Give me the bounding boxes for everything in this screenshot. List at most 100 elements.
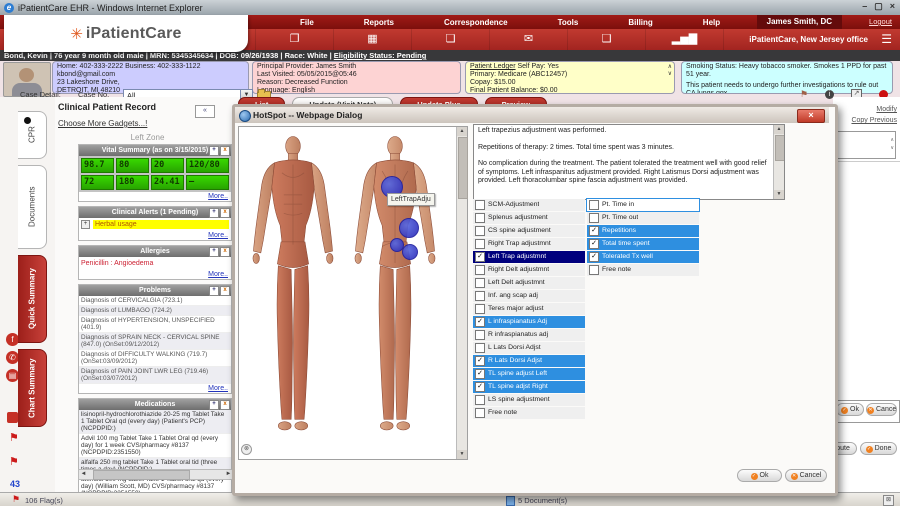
medication-item[interactable]: lisinopril-hydrochlorothiazide 20-25 mg …: [79, 410, 231, 434]
problem-item[interactable]: Diagnosis of CERVICALGIA (723.1): [79, 296, 231, 306]
option-teres-major-adjust[interactable]: Teres major adjust: [473, 303, 585, 315]
option-tl-spine-adjst-right[interactable]: ✓TL spine adjst Right: [473, 381, 585, 393]
scroll-down-icon[interactable]: ▼: [457, 450, 467, 459]
restore-icon[interactable]: +: [209, 286, 219, 296]
dialog-ok-button[interactable]: ✓Ok: [737, 469, 782, 482]
checkbox[interactable]: [475, 304, 485, 314]
option-cs-spine-adjustment[interactable]: CS spine adjustment: [473, 225, 585, 237]
option-free-note[interactable]: Free note: [473, 407, 585, 419]
modify-link[interactable]: Modify: [876, 106, 897, 113]
checkbox[interactable]: [475, 278, 485, 288]
note-scrollbar[interactable]: ▲ ▼: [773, 125, 784, 199]
option-right-trap-adjustmnt[interactable]: Right Trap adjustmnt: [473, 238, 585, 250]
option-scm-adjustment[interactable]: SCM-Adjustment: [473, 199, 585, 211]
logout-link[interactable]: Logout: [869, 15, 892, 29]
restore-icon[interactable]: +: [209, 208, 219, 218]
scrollbar-thumb[interactable]: [93, 470, 190, 480]
checkbox[interactable]: ✓: [475, 317, 485, 327]
sidebar-horizontal-scrollbar[interactable]: ◄ ►: [78, 469, 234, 480]
visit-note-text[interactable]: Left trapezius adjustment was performed.…: [473, 124, 785, 200]
billing-icon[interactable]: ❑: [568, 29, 646, 50]
restore-icon[interactable]: +: [209, 146, 219, 156]
menu-item-correspondence[interactable]: Correspondence: [444, 18, 508, 27]
menu-icon[interactable]: ☰: [881, 29, 892, 50]
restore-icon[interactable]: +: [209, 247, 219, 257]
option-total-time-spent[interactable]: ✓Total time spent: [587, 238, 699, 250]
option-inf-ang-scap-adj[interactable]: Inf. ang scap adj: [473, 290, 585, 302]
checkbox[interactable]: [475, 200, 485, 210]
option-tolerated-tx-well[interactable]: ✓Tolerated Tx well: [587, 251, 699, 263]
spinner-down-icon[interactable]: ∨: [890, 146, 894, 151]
restore-icon[interactable]: +: [209, 400, 219, 410]
checkbox[interactable]: ✓: [589, 226, 599, 236]
alert-square-icon[interactable]: [7, 412, 18, 423]
checkbox[interactable]: [589, 265, 599, 275]
spinner-up-icon[interactable]: ∧: [890, 138, 894, 143]
dialog-cancel-button[interactable]: ✕Cancel: [785, 469, 827, 482]
close-icon[interactable]: x: [220, 208, 230, 218]
checkbox[interactable]: [475, 343, 485, 353]
side-tab-cpr[interactable]: CPR: [18, 111, 47, 159]
problem-item[interactable]: Diagnosis of PAIN JOINT LWR LEG (719.46)…: [79, 367, 231, 384]
reports-chart-icon[interactable]: ▂▅▇: [646, 29, 724, 50]
alert-item[interactable]: Herbal usage: [93, 220, 229, 229]
option-splenus-adjustment[interactable]: Splenus adjustment: [473, 212, 585, 224]
side-tab-chart-summary[interactable]: Chart Summary: [18, 349, 47, 427]
ledger-scroll-arrows[interactable]: ∧∨: [668, 64, 672, 78]
documents-count[interactable]: 5 Document(s): [518, 496, 567, 505]
page-ok-button[interactable]: ✓Ok: [836, 403, 864, 416]
patient-ledger-link[interactable]: Patient Ledger: [470, 63, 516, 70]
option-l-infraspianatus-adj[interactable]: ✓L infraspianatus Adj: [473, 316, 585, 328]
checkbox[interactable]: [475, 239, 485, 249]
messages-icon[interactable]: ✉: [490, 29, 568, 50]
checkbox[interactable]: ✓: [475, 356, 485, 366]
checkbox[interactable]: ✓: [475, 382, 485, 392]
option-r-lats-dorsi-adjst[interactable]: ✓R Lats Dorsi Adjst: [473, 355, 585, 367]
maximize-button[interactable]: ▢: [874, 1, 883, 12]
checkbox[interactable]: ✓: [589, 239, 599, 249]
menu-item-file[interactable]: File: [300, 18, 314, 27]
window-titlebar[interactable]: e iPatientCare EHR - Windows Internet Ex…: [0, 0, 900, 15]
flag-note-icon[interactable]: ⚑: [800, 89, 808, 100]
body-front-figure[interactable]: [247, 131, 339, 441]
minimize-button[interactable]: –: [862, 1, 867, 12]
option-left-delt-adjustmnt[interactable]: Left Delt adjustmnt: [473, 277, 585, 289]
dialog-titlebar[interactable]: HotSpot -- Webpage Dialog ×: [235, 107, 829, 123]
checkbox[interactable]: [589, 213, 599, 223]
checkbox[interactable]: ✓: [475, 369, 485, 379]
problem-item[interactable]: Diagnosis of DIFFICULTY WALKING (719.7)(…: [79, 350, 231, 367]
vitals-more-link[interactable]: More..: [79, 192, 231, 201]
flag-icon[interactable]: ⚑: [9, 455, 19, 468]
checkbox[interactable]: [475, 213, 485, 223]
close-icon[interactable]: x: [220, 146, 230, 156]
option-ls-spine-adjustment[interactable]: LS spine adjustment: [473, 394, 585, 406]
checkbox[interactable]: [475, 408, 485, 418]
problem-item[interactable]: Diagnosis of SPRAIN NECK - CERVICAL SPIN…: [79, 333, 231, 350]
option-r-infraspianatus-adj[interactable]: R infraspianatus adj: [473, 329, 585, 341]
close-icon[interactable]: x: [220, 247, 230, 257]
option-tl-spine-adjust-left[interactable]: ✓TL spine adjust Left: [473, 368, 585, 380]
option-repetitions[interactable]: ✓Repetitions: [587, 225, 699, 237]
problem-item[interactable]: Diagnosis of LUMBAGO (724.2): [79, 306, 231, 316]
copy-previous-link[interactable]: Copy Previous: [851, 117, 897, 124]
checkbox[interactable]: [475, 330, 485, 340]
scroll-left-icon[interactable]: ◄: [79, 470, 88, 478]
option-right-delt-adjustmnt[interactable]: Right Delt adjustmnt: [473, 264, 585, 276]
menu-item-billing[interactable]: Billing: [628, 18, 652, 27]
hotspot-lats-dorsi[interactable]: [399, 218, 419, 238]
menu-item-reports[interactable]: Reports: [364, 18, 394, 27]
chart-file-icon[interactable]: ❏: [412, 29, 490, 50]
option-pt-time-in[interactable]: Pt. Time in: [587, 199, 699, 211]
checkbox[interactable]: ✓: [475, 252, 485, 262]
medication-item[interactable]: Advil 100 mg Tablet Take 1 Tablet Oral q…: [79, 434, 231, 458]
calendar-icon[interactable]: ▦: [334, 29, 412, 50]
checkbox[interactable]: [475, 291, 485, 301]
allergy-item[interactable]: Penicillin : Angioedema: [79, 257, 231, 270]
close-icon[interactable]: x: [220, 286, 230, 296]
problem-item[interactable]: Diagnosis of HYPERTENSION, UNSPECIFIED (…: [79, 316, 231, 333]
collapse-sidebar-button[interactable]: «: [195, 105, 215, 118]
flags-count[interactable]: 106 Flag(s): [25, 496, 63, 505]
allergies-more-link[interactable]: More..: [79, 270, 231, 279]
done-button[interactable]: ✓Done: [860, 442, 897, 455]
scrollbar-thumb[interactable]: [458, 137, 468, 199]
